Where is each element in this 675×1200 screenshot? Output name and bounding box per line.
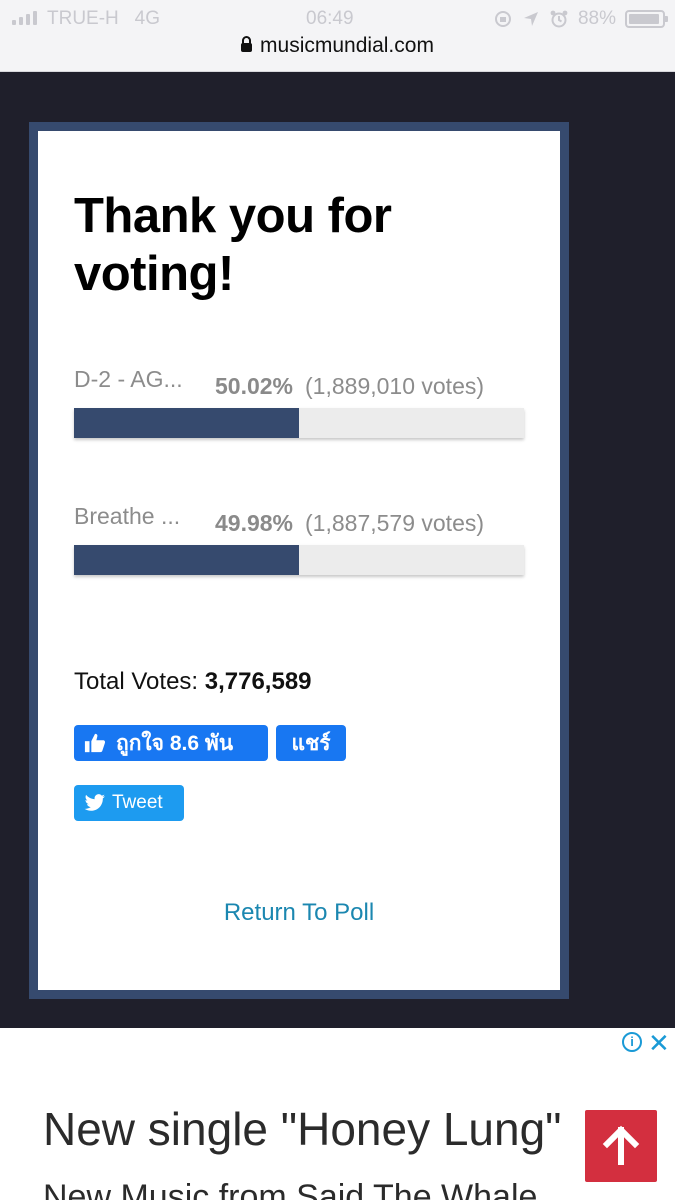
- battery-icon: [625, 10, 668, 28]
- url-text: musicmundial.com: [260, 34, 434, 57]
- poll-option-name: Breathe ...: [74, 503, 181, 529]
- status-right-group: 88%: [493, 8, 668, 30]
- twitter-bird-icon: [84, 794, 105, 811]
- poll-progress-bar: [74, 408, 524, 438]
- browser-top-bar: TRUE-H 4G 06:49 88% musicmundial.com: [0, 0, 675, 72]
- poll-option-line: D-2 - AG... 50.02% (1,889,010 votes): [74, 364, 524, 399]
- total-votes: Total Votes: 3,776,589: [74, 668, 312, 696]
- battery-percent: 88%: [577, 8, 616, 29]
- orientation-lock-icon: [494, 11, 511, 27]
- ad-banner[interactable]: i ✕ New single "Honey Lung" New Music fr…: [0, 1028, 675, 1200]
- location-arrow-icon: [523, 12, 538, 26]
- poll-card: Thank you for voting! D-2 - AG... 50.02% (…: [38, 131, 560, 990]
- return-to-poll-link[interactable]: Return To Poll: [38, 899, 560, 927]
- alarm-clock-icon: [550, 10, 568, 28]
- page-title: Thank you for voting!: [74, 189, 392, 301]
- poll-option-name: D-2 - AG...: [74, 366, 183, 392]
- facebook-share-label: แชร์: [291, 731, 331, 755]
- ad-headline: New single "Honey Lung": [43, 1103, 562, 1155]
- carrier-name: TRUE-H: [47, 8, 119, 29]
- status-time: 06:49: [306, 8, 354, 29]
- status-bar: TRUE-H 4G 06:49 88%: [0, 6, 675, 32]
- arrow-up-icon: [602, 1125, 640, 1165]
- facebook-like-label: ถูกใจ 8.6 พัน: [116, 731, 234, 755]
- poll-option-line: Breathe ... 49.98% (1,887,579 votes): [74, 501, 524, 536]
- poll-option-percent: 49.98%: [215, 510, 294, 536]
- signal-icon: [12, 11, 37, 25]
- ad-info-icon[interactable]: i: [622, 1032, 642, 1052]
- poll-card-frame: Thank you for voting! D-2 - AG... 50.02% (…: [29, 122, 569, 999]
- ad-subline: New Music from Said The Whale: [43, 1178, 538, 1200]
- total-votes-value: 3,776,589: [204, 668, 312, 695]
- facebook-like-button[interactable]: ถูกใจ 8.6 พัน: [74, 725, 268, 761]
- poll-option: Breathe ... 49.98% (1,887,579 votes): [74, 501, 524, 575]
- total-votes-label: Total Votes:: [74, 668, 199, 695]
- address-bar[interactable]: musicmundial.com: [0, 34, 675, 58]
- poll-option: D-2 - AG... 50.02% (1,889,010 votes): [74, 364, 524, 438]
- poll-option-votes: (1,887,579 votes): [305, 510, 485, 536]
- tweet-button[interactable]: Tweet: [74, 785, 184, 821]
- network-type: 4G: [134, 8, 160, 29]
- poll-option-votes: (1,889,010 votes): [305, 373, 485, 399]
- scroll-to-top-button[interactable]: [585, 1110, 657, 1182]
- poll-progress-fill: [74, 408, 300, 438]
- poll-option-percent: 50.02%: [215, 373, 294, 399]
- thumbs-up-icon: [84, 733, 106, 753]
- tweet-label: Tweet: [112, 792, 163, 813]
- facebook-share-button[interactable]: แชร์: [276, 725, 346, 761]
- poll-progress-fill: [74, 545, 299, 575]
- lock-icon: [241, 36, 253, 52]
- ad-close-icon[interactable]: ✕: [648, 1028, 670, 1059]
- poll-progress-bar: [74, 545, 524, 575]
- carrier-label: TRUE-H 4G: [47, 8, 160, 30]
